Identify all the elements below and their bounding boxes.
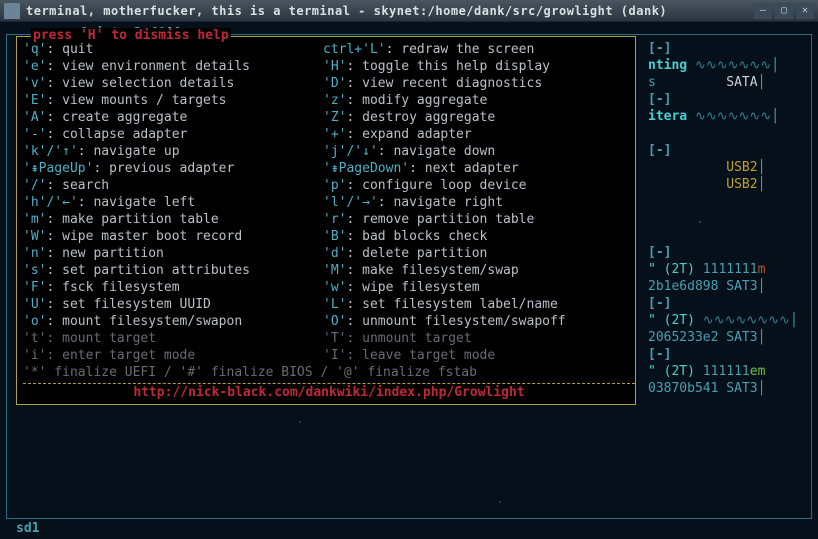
help-row: 'F': fsck filesystem'w': wipe filesystem [23, 279, 635, 296]
right-edge-line: " (2T) 111111em [648, 363, 808, 380]
right-edge-line [648, 210, 808, 227]
right-edge-line: nting ∿∿∿∿∿∿∿│ [648, 57, 808, 74]
help-row: 'e': view environment details'H': toggle… [23, 58, 635, 75]
right-edge-line: s SATA│ [648, 74, 808, 91]
window-title: terminal, motherfucker, this is a termin… [26, 4, 754, 18]
background-device-list: [-]nting ∿∿∿∿∿∿∿│s SATA│[-]itera ∿∿∿∿∿∿∿… [648, 40, 808, 397]
help-row: 'i': enter target mode'I': leave target … [23, 347, 635, 364]
help-row: 'A': create aggregate'Z': destroy aggreg… [23, 109, 635, 126]
right-edge-line: " (2T) 1111111m [648, 261, 808, 278]
right-edge-line: itera ∿∿∿∿∿∿∿│ [648, 108, 808, 125]
window-buttons: — ▢ ✕ [754, 3, 814, 19]
help-row: 't': mount target'T': unmount target [23, 330, 635, 347]
right-edge-line: [-] [648, 244, 808, 261]
help-row: 's': set partition attributes'M': make f… [23, 262, 635, 279]
minimize-button[interactable]: — [754, 3, 772, 19]
help-row: 'q': quitctrl+'L': redraw the screen [23, 41, 635, 58]
help-row: 'v': view selection details'D': view rec… [23, 75, 635, 92]
help-url: http://nick-black.com/dankwiki/index.php… [23, 383, 635, 400]
right-edge-line [648, 125, 808, 142]
help-finalize-row: '*' finalize UEFI / '#' finalize BIOS / … [23, 364, 635, 381]
terminal-area[interactable]: [virtual [0]] press 'H' to dismiss help … [0, 22, 818, 539]
help-row: 'k'/'↑': navigate up'j'/'↓': navigate do… [23, 143, 635, 160]
right-edge-line: 2065233e2 SAT3│ [648, 329, 808, 346]
right-edge-line: [-] [648, 295, 808, 312]
right-edge-line: [-] [648, 91, 808, 108]
bottom-label: sd1 [16, 521, 39, 536]
right-edge-line: [-] [648, 142, 808, 159]
help-row: 'n': new partition'd': delete partition [23, 245, 635, 262]
help-row: 'o': mount filesystem/swapon'O': unmount… [23, 313, 635, 330]
right-edge-line: 03870b541 SAT3│ [648, 380, 808, 397]
right-edge-line: [-] [648, 346, 808, 363]
right-edge-line: " (2T) ∿∿∿∿∿∿∿∿│ [648, 312, 808, 329]
help-row: '-': collapse adapter'+': expand adapter [23, 126, 635, 143]
window-titlebar: terminal, motherfucker, this is a termin… [0, 0, 818, 22]
help-row: 'E': view mounts / targets'z': modify ag… [23, 92, 635, 109]
help-row: 'W': wipe master boot record'B': bad blo… [23, 228, 635, 245]
help-row: 'U': set filesystem UUID'L': set filesys… [23, 296, 635, 313]
right-edge-line [648, 193, 808, 210]
app-icon [4, 3, 20, 19]
close-button[interactable]: ✕ [796, 3, 814, 19]
right-edge-line: USB2│ [648, 159, 808, 176]
right-edge-line: 2b1e6d898 SAT3│ [648, 278, 808, 295]
help-row: '⇞PageUp': previous adapter'⇟PageDown': … [23, 160, 635, 177]
right-edge-line: USB2│ [648, 176, 808, 193]
maximize-button[interactable]: ▢ [775, 3, 793, 19]
right-edge-line [648, 227, 808, 244]
help-row: 'm': make partition table'r': remove par… [23, 211, 635, 228]
help-row: 'h'/'←': navigate left'l'/'→': navigate … [23, 194, 635, 211]
help-dialog: press 'H' to dismiss help 'q': quitctrl+… [16, 36, 636, 405]
right-edge-line: [-] [648, 40, 808, 57]
help-row: '/': search'p': configure loop device [23, 177, 635, 194]
help-title: press 'H' to dismiss help [31, 28, 231, 43]
